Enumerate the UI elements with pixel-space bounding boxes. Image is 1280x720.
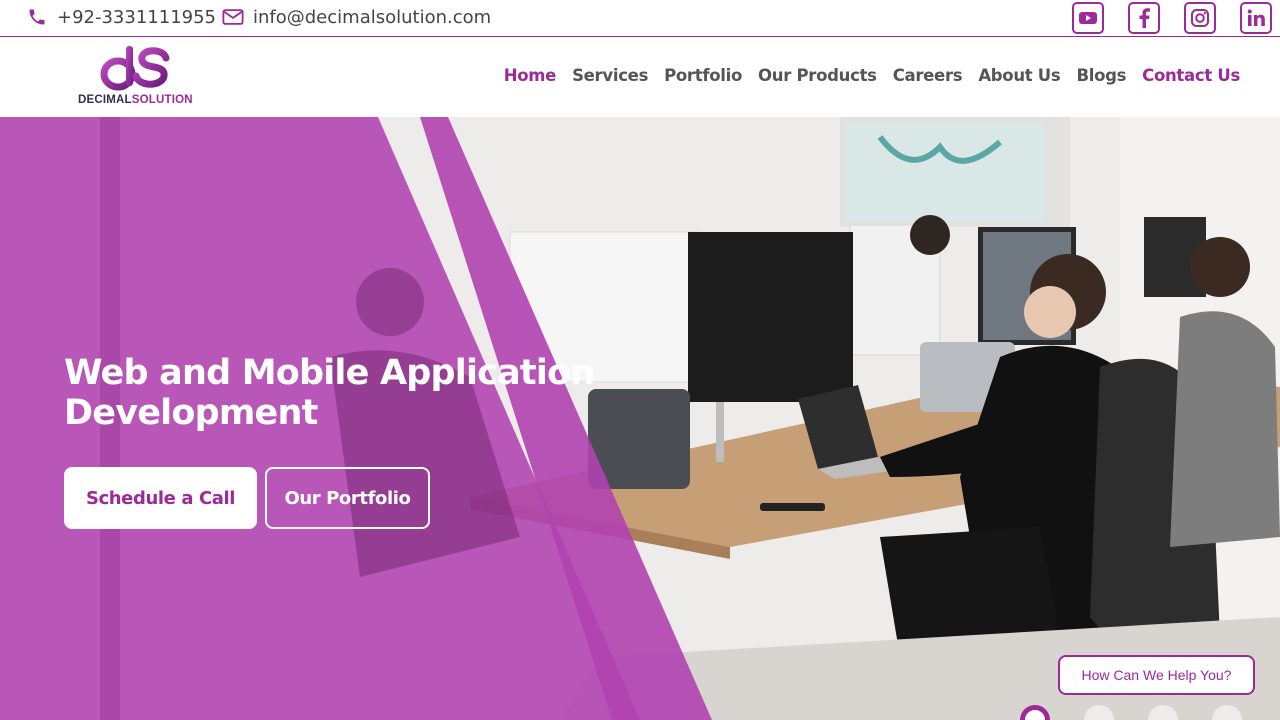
brand-logo[interactable]: DECIMALSOLUTION	[78, 42, 198, 112]
social-links	[1072, 2, 1272, 34]
main-nav: Home Services Portfolio Our Products Car…	[504, 66, 1241, 85]
nav-blogs[interactable]: Blogs	[1076, 66, 1126, 85]
nav-home[interactable]: Home	[504, 66, 557, 85]
hero-banner: Web and Mobile Application Development S…	[0, 117, 1280, 720]
mail-icon	[222, 6, 244, 28]
slide-dot-1[interactable]	[1020, 705, 1050, 720]
site-header: DECIMALSOLUTION Home Services Portfolio …	[0, 38, 1280, 117]
nav-services[interactable]: Services	[572, 66, 648, 85]
nav-about-us[interactable]: About Us	[978, 66, 1060, 85]
phone-icon	[26, 6, 48, 28]
email-contact[interactable]: info@decimalsolution.com	[222, 6, 491, 28]
slider-pagination	[1020, 705, 1242, 720]
slide-dot-3[interactable]	[1148, 705, 1178, 720]
help-chat-label: How Can We Help You?	[1081, 667, 1232, 683]
our-portfolio-button[interactable]: Our Portfolio	[265, 467, 430, 529]
slide-dot-2[interactable]	[1084, 705, 1114, 720]
instagram-icon[interactable]	[1184, 2, 1216, 34]
nav-portfolio[interactable]: Portfolio	[664, 66, 742, 85]
nav-contact-us[interactable]: Contact Us	[1142, 66, 1240, 85]
email-address: info@decimalsolution.com	[253, 6, 492, 28]
hero-title: Web and Mobile Application Development	[64, 353, 595, 433]
nav-our-products[interactable]: Our Products	[758, 66, 877, 85]
phone-number: +92-3331111955	[57, 6, 217, 28]
youtube-icon[interactable]	[1072, 2, 1104, 34]
facebook-icon[interactable]	[1128, 2, 1160, 34]
brand-wordmark: DECIMALSOLUTION	[78, 94, 193, 106]
linkedin-icon[interactable]	[1240, 2, 1272, 34]
logo-mark-icon	[100, 46, 170, 91]
nav-careers[interactable]: Careers	[893, 66, 963, 85]
top-contact-bar: +92-3331111955 info@decimalsolution.com	[0, 0, 1280, 37]
help-chat-button[interactable]: How Can We Help You?	[1058, 655, 1255, 695]
phone-contact[interactable]: +92-3331111955	[26, 6, 216, 28]
slide-dot-4[interactable]	[1212, 705, 1242, 720]
schedule-call-button[interactable]: Schedule a Call	[64, 467, 257, 529]
